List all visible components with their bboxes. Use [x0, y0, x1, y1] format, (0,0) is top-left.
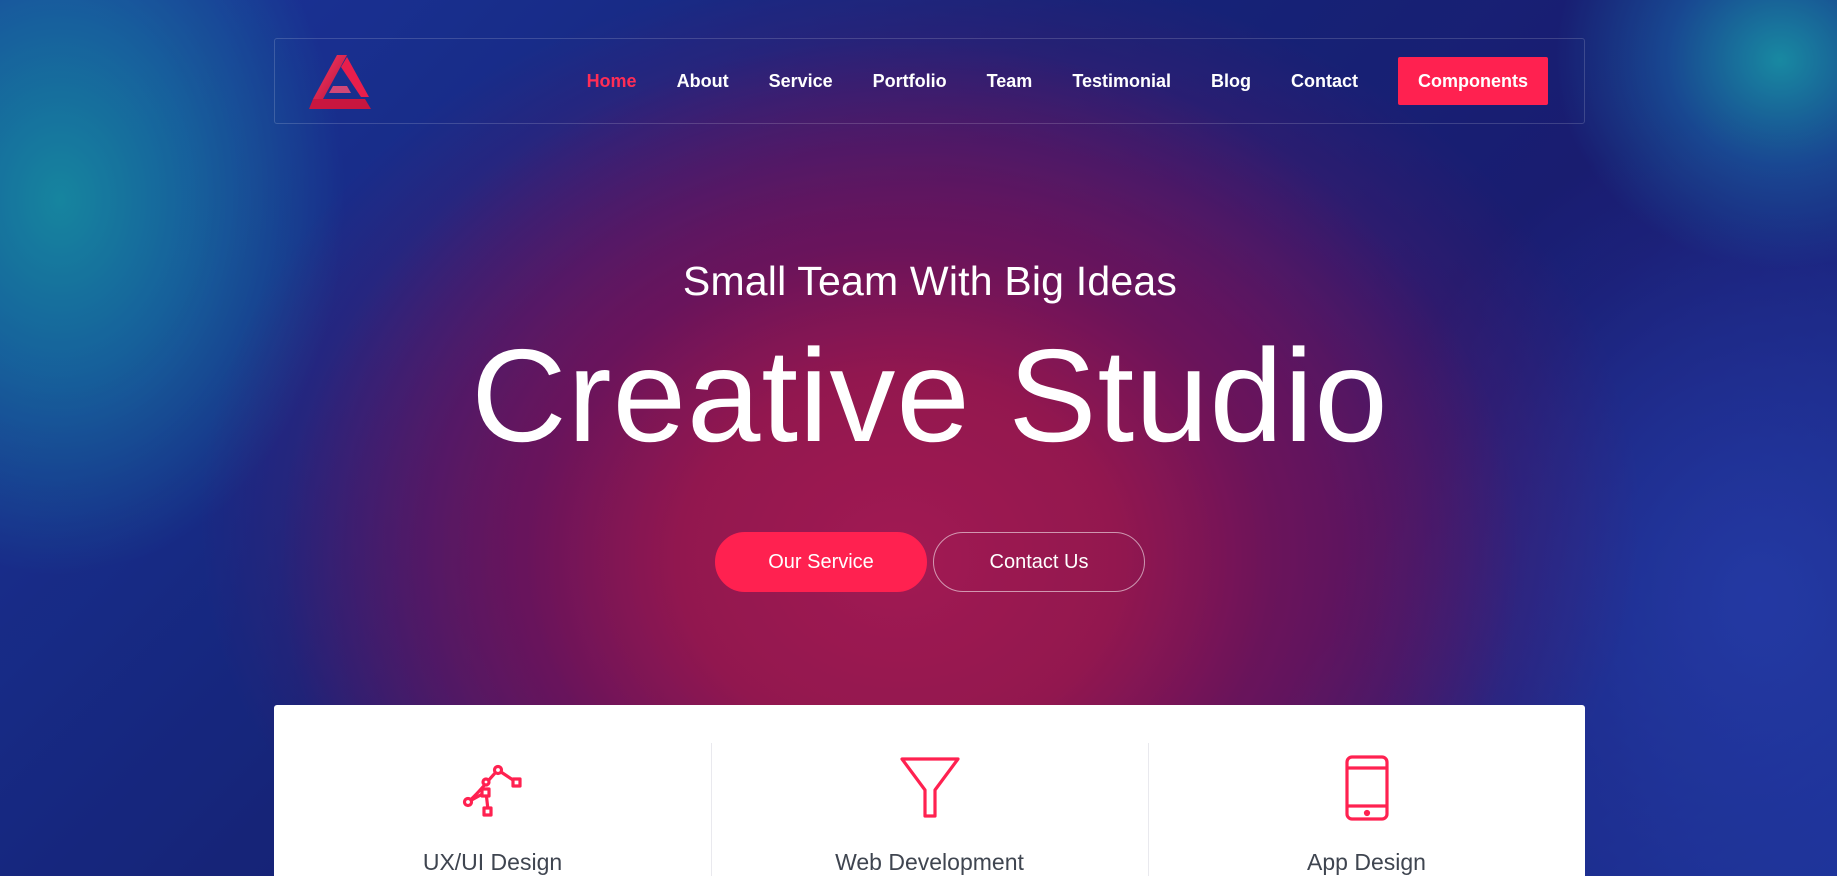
components-button[interactable]: Components	[1398, 57, 1548, 105]
nav-link-portfolio[interactable]: Portfolio	[873, 71, 947, 92]
hero-title: Creative Studio	[471, 322, 1389, 469]
contact-us-button[interactable]: Contact Us	[933, 532, 1145, 592]
navbar: Home About Service Portfolio Team Testim…	[274, 38, 1585, 124]
landing-page: Home About Service Portfolio Team Testim…	[0, 0, 1837, 876]
service-title: App Design	[1307, 849, 1426, 875]
our-service-button[interactable]: Our Service	[715, 532, 927, 592]
services-card: UX/UI Design Web Development App Design	[274, 705, 1585, 876]
nav-link-blog[interactable]: Blog	[1211, 71, 1251, 92]
service-title: UX/UI Design	[422, 849, 563, 875]
nav-link-home[interactable]: Home	[587, 71, 637, 92]
nav-link-testimonial[interactable]: Testimonial	[1072, 71, 1171, 92]
nav-links: Home About Service Portfolio Team Testim…	[547, 39, 1548, 123]
mobile-phone-icon	[1332, 752, 1402, 822]
service-item-app-design[interactable]: App Design	[1148, 705, 1585, 876]
hero-subtitle: Small Team With Big Ideas	[682, 258, 1178, 304]
nav-link-service[interactable]: Service	[769, 71, 833, 92]
hero-buttons: Our Service Contact Us	[715, 532, 1145, 592]
nav-link-team[interactable]: Team	[987, 71, 1033, 92]
nav-link-contact[interactable]: Contact	[1291, 71, 1358, 92]
service-item-ux-ui-design[interactable]: UX/UI Design	[274, 705, 711, 876]
vector-pen-icon	[458, 752, 528, 822]
nav-link-about[interactable]: About	[677, 71, 729, 92]
funnel-icon	[895, 752, 965, 822]
triangle-logo-icon[interactable]	[307, 53, 373, 111]
service-title: Web Development	[835, 849, 1024, 875]
service-item-web-development[interactable]: Web Development	[711, 705, 1148, 876]
